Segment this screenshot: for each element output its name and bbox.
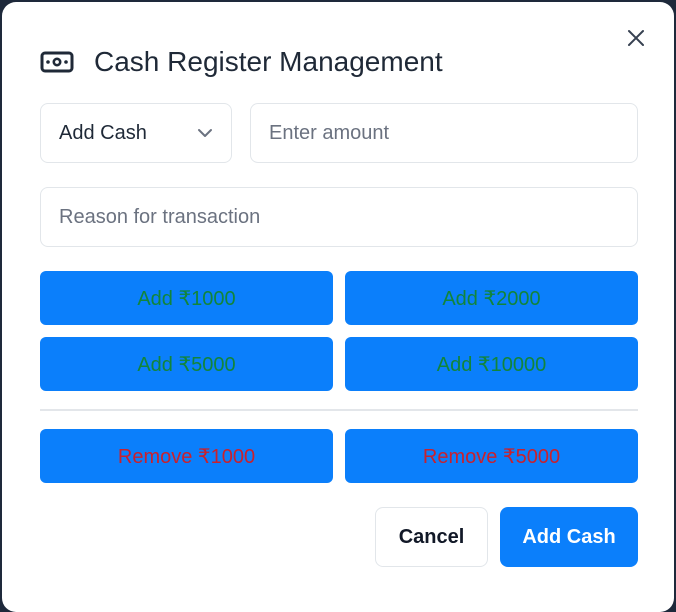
remove-1000-button[interactable]: Remove ₹1000: [40, 429, 333, 483]
close-icon: [628, 30, 644, 46]
amount-input[interactable]: Enter amount: [250, 103, 638, 163]
dialog-title: Cash Register Management: [94, 46, 443, 77]
close-button[interactable]: [624, 26, 648, 50]
dialog-header: Cash Register Management: [40, 42, 443, 82]
reason-input[interactable]: Reason for transaction: [40, 187, 638, 247]
remove-5000-button[interactable]: Remove ₹5000: [345, 429, 638, 483]
section-divider: [40, 409, 638, 411]
add-1000-button[interactable]: Add ₹1000: [40, 271, 333, 325]
transaction-type-value: Add Cash: [59, 121, 147, 144]
add-10000-button[interactable]: Add ₹10000: [345, 337, 638, 391]
add-5000-button[interactable]: Add ₹5000: [40, 337, 333, 391]
reason-placeholder: Reason for transaction: [59, 205, 261, 228]
cash-register-dialog: Cash Register Management Add Cash Enter …: [2, 2, 674, 612]
add-cash-button[interactable]: Add Cash: [500, 507, 638, 567]
chevron-down-icon: [198, 129, 212, 137]
add-2000-button[interactable]: Add ₹2000: [345, 271, 638, 325]
cancel-button[interactable]: Cancel: [375, 507, 488, 567]
cash-icon: [40, 50, 74, 74]
amount-placeholder: Enter amount: [269, 121, 390, 144]
transaction-type-select[interactable]: Add Cash: [40, 103, 232, 163]
